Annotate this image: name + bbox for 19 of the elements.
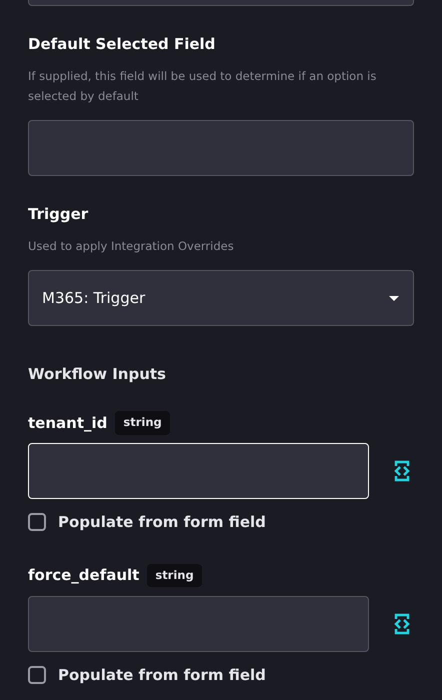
input-field[interactable] [28, 596, 369, 652]
type-badge: string [115, 411, 170, 435]
input-name: force_default [28, 565, 140, 586]
help-text: If supplied, this field will be used to determine if an option is selected by default [28, 68, 378, 105]
select-dropdown[interactable]: M365: Trigger [28, 270, 414, 326]
input-field[interactable] [28, 120, 414, 176]
field-label: Trigger [28, 204, 90, 225]
code-icon[interactable] [394, 612, 410, 634]
type-badge: string [147, 564, 202, 588]
checkbox-label: Populate from form field [58, 512, 266, 533]
checkbox[interactable] [28, 513, 46, 532]
checkbox-label: Populate from form field [58, 664, 266, 686]
caret-icon [389, 296, 399, 300]
checkbox[interactable] [28, 666, 46, 684]
code-icon[interactable] [394, 460, 410, 482]
help-text: Used to apply Integration Overrides [28, 238, 235, 255]
section-title: Workflow Inputs [28, 364, 167, 385]
input-name: tenant_id [28, 412, 108, 434]
field-label: Default Selected Field [28, 34, 216, 55]
